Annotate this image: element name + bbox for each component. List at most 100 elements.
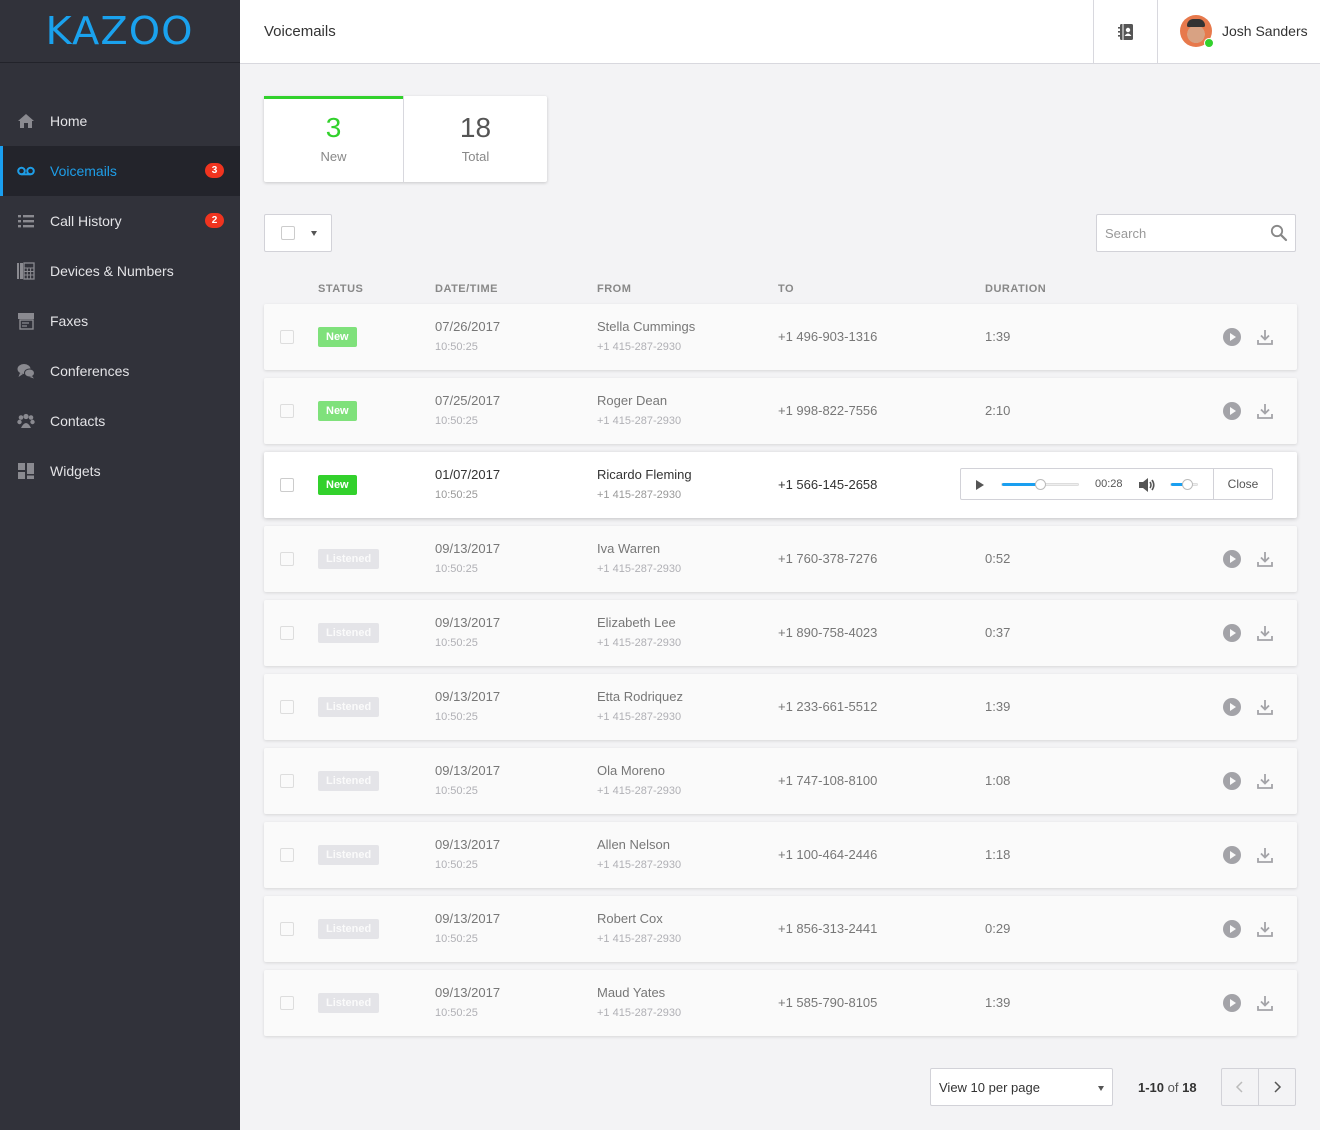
table-row[interactable]: New 07/25/2017 10:50:25 Roger Dean +1 415-28… [264, 378, 1297, 444]
column-duration[interactable]: DURATION [985, 283, 1046, 295]
volume-handle[interactable] [1181, 479, 1193, 490]
address-book-button[interactable] [1093, 0, 1158, 63]
search-icon[interactable] [1270, 224, 1288, 242]
play-button[interactable] [1223, 328, 1241, 351]
page-title: Voicemails [264, 23, 336, 40]
prev-page-button[interactable] [1222, 1069, 1259, 1105]
row-checkbox[interactable] [280, 774, 294, 788]
header: Voicemails Josh Sanders [240, 0, 1320, 64]
play-button[interactable] [1223, 402, 1241, 425]
sidebar-item-faxes[interactable]: Faxes [0, 296, 240, 346]
per-page-select[interactable]: View 10 per page [930, 1068, 1113, 1106]
download-button[interactable] [1256, 920, 1274, 943]
download-button[interactable] [1256, 550, 1274, 573]
select-all-checkbox[interactable] [281, 226, 295, 240]
unread-badge: 2 [205, 213, 224, 228]
stat-new-label: New [320, 149, 347, 164]
table-row[interactable]: Listened 09/13/2017 10:50:25 Allen Nelson +1… [264, 822, 1297, 888]
play-icon[interactable] [976, 480, 984, 490]
table-row[interactable]: New 01/07/2017 10:50:25 Ricardo Fleming +1 4… [264, 452, 1297, 518]
voicemail-icon [16, 161, 36, 181]
row-checkbox[interactable] [280, 552, 294, 566]
progress-handle[interactable] [1035, 479, 1046, 490]
sidebar-item-widgets[interactable]: Widgets [0, 446, 240, 496]
row-checkbox[interactable] [280, 626, 294, 640]
to-number: +1 998-822-7556 [778, 403, 878, 418]
list-icon [16, 211, 36, 231]
voicemail-stats: 3 New 18 Total [264, 96, 547, 182]
status-badge: Listened [318, 623, 380, 643]
row-checkbox[interactable] [280, 996, 294, 1010]
play-button[interactable] [1223, 920, 1241, 943]
kazoo-logo[interactable]: KAZOO [0, 0, 240, 63]
download-button[interactable] [1256, 624, 1274, 647]
contacts-icon [16, 411, 36, 431]
download-button[interactable] [1256, 328, 1274, 351]
download-button[interactable] [1256, 846, 1274, 869]
address-book-icon [1117, 23, 1133, 40]
table-row[interactable]: Listened 09/13/2017 10:50:25 Elizabeth Lee +… [264, 600, 1297, 666]
stat-total[interactable]: 18 Total [404, 96, 547, 182]
sidebar-item-contacts[interactable]: Contacts [0, 396, 240, 446]
caller-number: +1 415-287-2930 [597, 415, 682, 427]
row-checkbox[interactable] [280, 700, 294, 714]
caller-name: Maud Yates [597, 985, 666, 1000]
play-button[interactable] [1223, 846, 1241, 869]
sidebar-item-call-history[interactable]: Call History 2 [0, 196, 240, 246]
table-row[interactable]: Listened 09/13/2017 10:50:25 Etta Rodriquez… [264, 674, 1297, 740]
status-badge: New [318, 401, 357, 421]
download-button[interactable] [1256, 402, 1274, 425]
column-datetime[interactable]: DATE/TIME [435, 283, 498, 295]
voicemail-list: New 07/26/2017 10:50:25 Stella Cummings +1 4… [264, 304, 1297, 1044]
table-row[interactable]: New 07/26/2017 10:50:25 Stella Cummings +1 4… [264, 304, 1297, 370]
chevron-right-icon [1274, 1081, 1282, 1093]
play-circle-icon [1223, 402, 1241, 424]
stat-new[interactable]: 3 New [264, 96, 404, 182]
download-button[interactable] [1256, 772, 1274, 795]
column-to[interactable]: TO [778, 283, 794, 295]
date: 07/26/2017 [435, 319, 501, 334]
row-checkbox[interactable] [280, 404, 294, 418]
user-menu[interactable]: Josh Sanders [1180, 15, 1308, 48]
download-button[interactable] [1256, 994, 1274, 1017]
to-number: +1 585-790-8105 [778, 995, 878, 1010]
status-badge: Listened [318, 549, 380, 569]
sidebar-item-conferences[interactable]: Conferences [0, 346, 240, 396]
duration: 1:18 [985, 847, 1011, 862]
sidebar-item-devices-numbers[interactable]: Devices & Numbers [0, 246, 240, 296]
table-row[interactable]: Listened 09/13/2017 10:50:25 Iva Warren +1 4… [264, 526, 1297, 592]
download-button[interactable] [1256, 698, 1274, 721]
column-from[interactable]: FROM [597, 283, 631, 295]
sidebar-item-home[interactable]: Home [0, 96, 240, 146]
date: 09/13/2017 [435, 763, 501, 778]
date: 09/13/2017 [435, 837, 501, 852]
row-checkbox[interactable] [280, 922, 294, 936]
play-button[interactable] [1223, 698, 1241, 721]
sidebar-item-voicemails[interactable]: Voicemails 3 [0, 146, 240, 196]
status-badge: Listened [318, 919, 380, 939]
column-status[interactable]: STATUS [318, 283, 363, 295]
play-button[interactable] [1223, 772, 1241, 795]
row-checkbox[interactable] [280, 478, 294, 492]
download-icon [1256, 626, 1274, 646]
play-button[interactable] [1223, 624, 1241, 647]
caret-down-icon[interactable] [311, 231, 317, 236]
table-row[interactable]: Listened 09/13/2017 10:50:25 Ola Moreno +1 4… [264, 748, 1297, 814]
close-player-button[interactable]: Close [1213, 469, 1272, 499]
select-all-dropdown[interactable] [264, 214, 332, 252]
volume-slider[interactable] [1170, 479, 1198, 490]
sidebar: KAZOO Home Voicemails 3 Call History 2 Device… [0, 0, 240, 1130]
table-row[interactable]: Listened 09/13/2017 10:50:25 Maud Yates +1 4… [264, 970, 1297, 1036]
search-input[interactable] [1097, 215, 1257, 251]
progress-slider[interactable] [1001, 479, 1079, 490]
play-button[interactable] [1223, 550, 1241, 573]
next-page-button[interactable] [1259, 1069, 1295, 1105]
row-checkbox[interactable] [280, 330, 294, 344]
date: 09/13/2017 [435, 615, 501, 630]
row-checkbox[interactable] [280, 848, 294, 862]
table-row[interactable]: Listened 09/13/2017 10:50:25 Robert Cox +1 4… [264, 896, 1297, 962]
date: 09/13/2017 [435, 689, 501, 704]
volume-icon[interactable] [1138, 477, 1156, 493]
play-button[interactable] [1223, 994, 1241, 1017]
download-icon [1256, 404, 1274, 424]
